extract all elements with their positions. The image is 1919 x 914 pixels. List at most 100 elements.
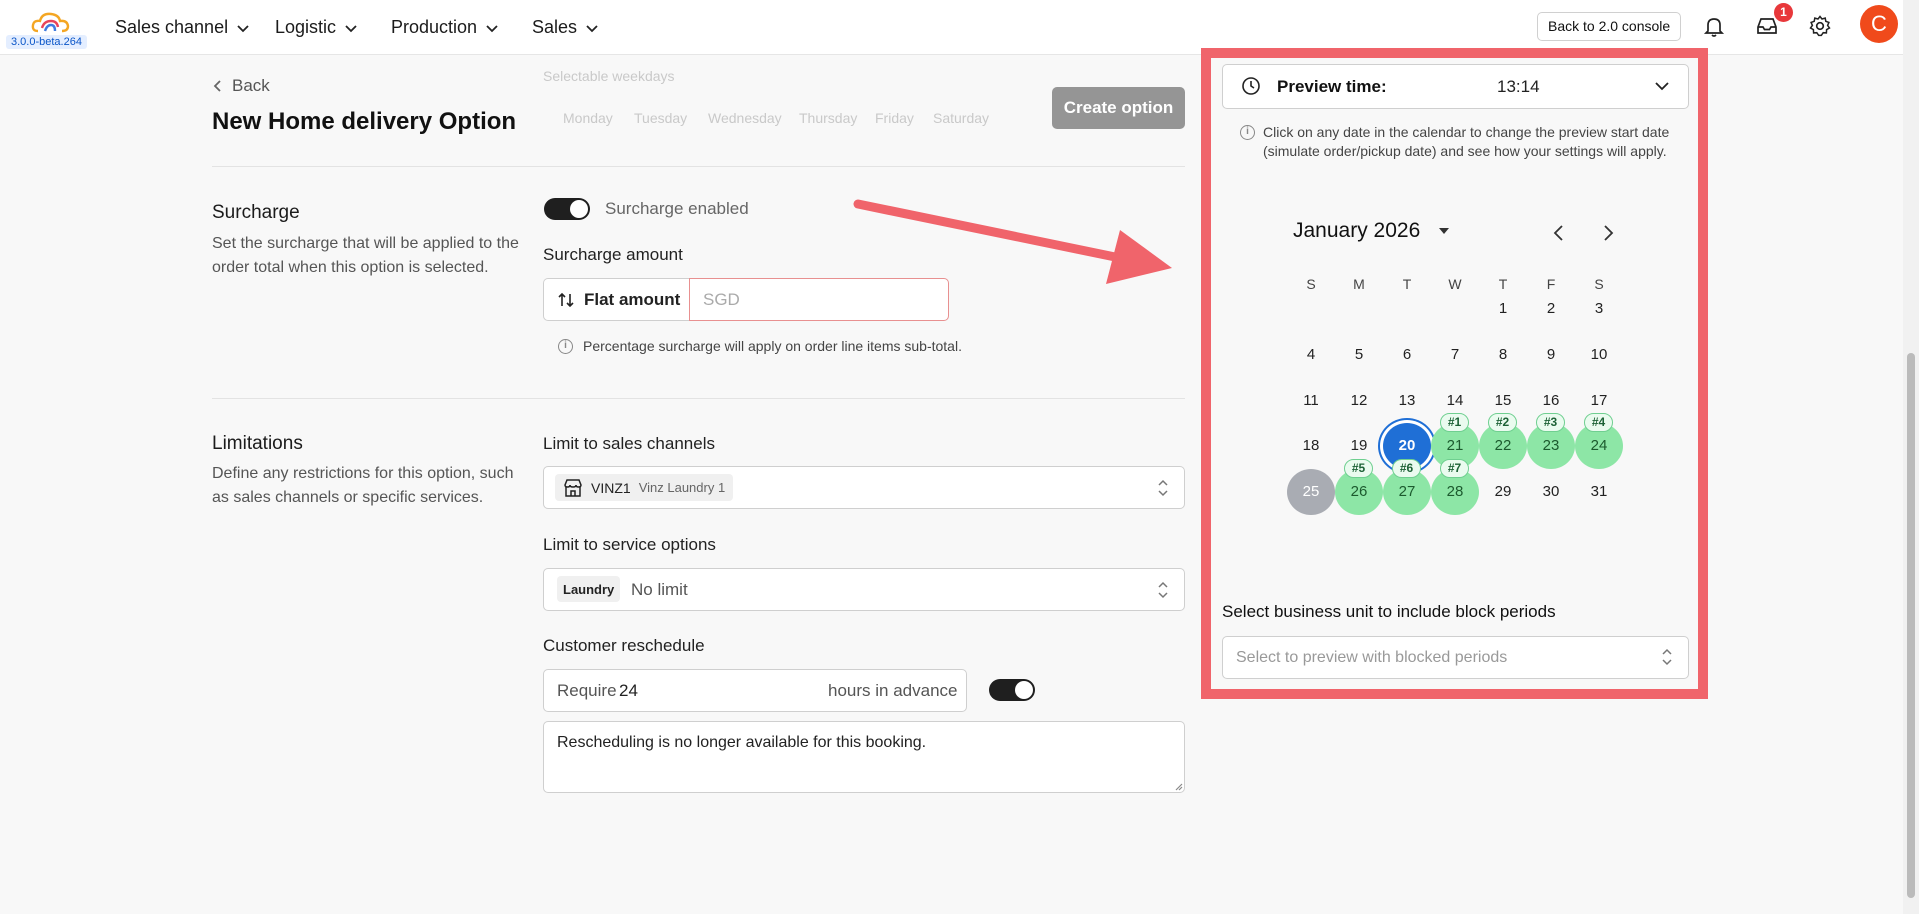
slot-number-tag: #5 [1344, 459, 1373, 478]
calendar-weekday-header: M [1353, 276, 1365, 292]
surcharge-note: i Percentage surcharge will apply on ord… [558, 338, 962, 354]
require-hours-input[interactable]: 24 [619, 681, 638, 701]
chevron-down-icon [345, 24, 357, 32]
chevron-left-icon [213, 80, 221, 92]
ghost-selectable-weekdays-label: Selectable weekdays [543, 68, 675, 84]
surcharge-section-title: Surcharge [212, 202, 300, 223]
back-to-console-button[interactable]: Back to 2.0 console [1537, 12, 1682, 41]
limit-service-options-label: Limit to service options [543, 535, 716, 554]
preview-time-value: 13:14 [1497, 77, 1540, 96]
require-suffix: hours in advance [828, 681, 958, 700]
nav-sales[interactable]: Sales [532, 17, 599, 38]
slot-number-tag: #2 [1488, 413, 1517, 432]
surcharge-enabled-label: Surcharge enabled [605, 199, 749, 218]
calendar-day[interactable]: 6 [1383, 332, 1431, 378]
caret-down-icon [1439, 228, 1450, 234]
nav-sales-channel[interactable]: Sales channel [115, 17, 250, 38]
bell-icon[interactable] [1702, 14, 1726, 38]
top-navigation-bar: 3.0.0-beta.264 Sales channel Logistic Pr… [0, 0, 1919, 55]
calendar-day[interactable]: 29 [1479, 469, 1527, 515]
nav-logistic[interactable]: Logistic [275, 17, 358, 38]
ghost-weekday: Tuesday [634, 110, 688, 126]
reschedule-toggle[interactable] [989, 679, 1035, 701]
section-divider [212, 166, 1185, 167]
calendar-day[interactable]: 18 [1287, 423, 1335, 469]
app-logo-icon[interactable] [30, 9, 74, 37]
surcharge-type-label: Flat amount [584, 289, 681, 309]
ghost-weekday: Thursday [799, 110, 858, 126]
version-badge: 3.0.0-beta.264 [6, 35, 87, 49]
customer-reschedule-label: Customer reschedule [543, 636, 705, 655]
chevron-up-down-icon [1158, 479, 1168, 497]
nav-label: Logistic [275, 17, 337, 37]
swap-vertical-icon [558, 292, 574, 307]
chevron-up-down-icon [1158, 581, 1168, 599]
info-icon: i [558, 338, 573, 354]
chevron-down-icon[interactable] [1654, 79, 1670, 93]
surcharge-enabled-toggle[interactable] [544, 198, 590, 220]
service-value: No limit [631, 580, 688, 599]
ghost-weekday: Saturday [933, 110, 990, 126]
section-divider [212, 398, 1185, 399]
calendar-day[interactable]: 9 [1527, 332, 1575, 378]
calendar-day[interactable]: 1 [1479, 286, 1527, 332]
chevron-up-down-icon [1662, 648, 1672, 666]
user-avatar[interactable]: C [1860, 5, 1898, 43]
chevron-down-icon [586, 24, 598, 32]
reschedule-message-textarea[interactable]: Rescheduling is no longer available for … [543, 721, 1185, 793]
calendar-month-label: January 2026 [1293, 219, 1421, 242]
notification-count-badge: 1 [1774, 3, 1793, 22]
gear-icon[interactable] [1808, 14, 1832, 38]
annotation-arrow-icon [853, 199, 1172, 284]
chevron-down-icon [237, 24, 249, 32]
slot-number-tag: #7 [1440, 459, 1469, 478]
nav-label: Production [391, 17, 478, 37]
limit-sales-channels-label: Limit to sales channels [543, 434, 715, 453]
create-option-button[interactable]: Create option [1052, 87, 1185, 129]
sales-channel-code: VINZ1 [591, 479, 631, 496]
page-title: New Home delivery Option [212, 108, 517, 135]
calendar-day[interactable]: 3 [1575, 286, 1623, 332]
slot-number-tag: #1 [1440, 413, 1469, 432]
limitations-section-description: Define any restrictions for this option,… [212, 465, 514, 506]
surcharge-note-text: Percentage surcharge will apply on order… [583, 338, 962, 354]
back-label: Back [232, 76, 270, 95]
chevron-right-icon[interactable] [1601, 224, 1615, 242]
resize-handle-icon[interactable] [1173, 781, 1183, 791]
ghost-weekday: Friday [875, 110, 914, 126]
back-link[interactable]: Back [212, 76, 270, 96]
ghost-weekday: Wednesday [708, 110, 782, 126]
limitations-section-title: Limitations [212, 433, 303, 454]
calendar-day[interactable]: 13 [1383, 378, 1431, 424]
require-prefix: Require [557, 681, 617, 700]
calendar-day[interactable]: 30 [1527, 469, 1575, 515]
calendar-weekday-header: S [1306, 276, 1316, 292]
calendar-day[interactable]: 11 [1287, 378, 1335, 424]
chevron-left-icon[interactable] [1552, 224, 1566, 242]
calendar-day[interactable]: 31 [1575, 469, 1623, 515]
nav-production[interactable]: Production [391, 17, 499, 38]
calendar-month-selector[interactable]: January 2026 [1293, 219, 1450, 243]
preview-help-text: Click on any date in the calendar to cha… [1263, 124, 1670, 159]
surcharge-section-description: Set the surcharge that will be applied t… [212, 235, 519, 276]
slot-number-tag: #6 [1392, 459, 1421, 478]
calendar-day[interactable]: 10 [1575, 332, 1623, 378]
calendar-day[interactable]: 12 [1335, 378, 1383, 424]
store-icon [564, 478, 582, 497]
calendar-day[interactable]: 4 [1287, 332, 1335, 378]
calendar-day[interactable]: 25 [1287, 469, 1335, 515]
calendar-day[interactable]: 2 [1527, 286, 1575, 332]
business-unit-select[interactable]: Select to preview with blocked periods [1222, 636, 1689, 679]
sales-channel-name: Vinz Laundry 1 [638, 480, 726, 495]
scrollbar-thumb[interactable] [1907, 353, 1915, 898]
clock-icon [1242, 77, 1260, 95]
sales-channel-chip: VINZ1 Vinz Laundry 1 [555, 474, 734, 501]
calendar-day[interactable]: 8 [1479, 332, 1527, 378]
calendar-weekday-header: T [1402, 276, 1412, 292]
calendar-day[interactable]: 7 [1431, 332, 1479, 378]
surcharge-type-button[interactable]: Flat amount [543, 278, 690, 321]
slot-number-tag: #4 [1584, 413, 1613, 432]
calendar-day[interactable]: 5 [1335, 332, 1383, 378]
surcharge-amount-label: Surcharge amount [543, 245, 683, 264]
business-unit-label: Select business unit to include block pe… [1222, 602, 1556, 621]
